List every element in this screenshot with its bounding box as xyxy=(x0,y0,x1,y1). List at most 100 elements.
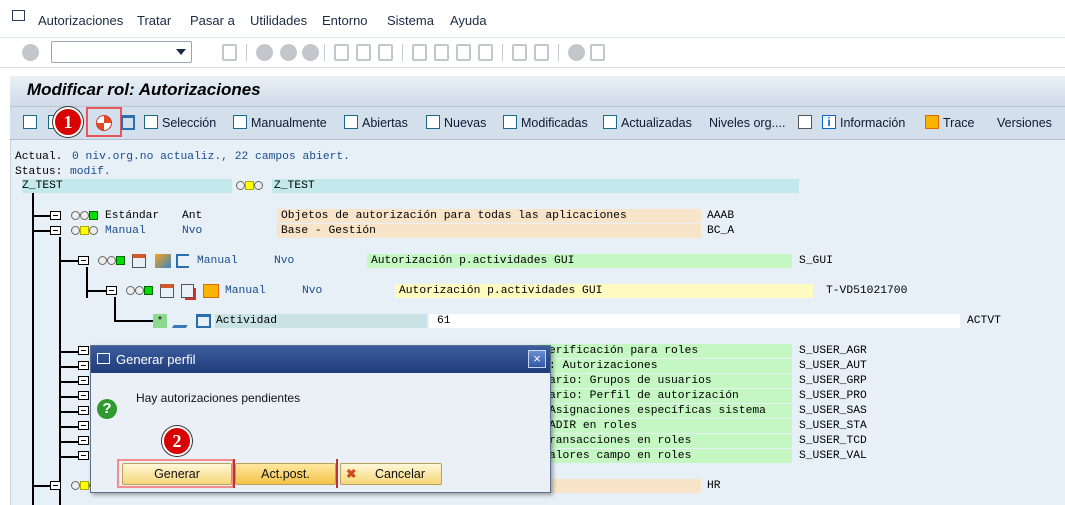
tree-line xyxy=(59,260,78,262)
copy-icon[interactable] xyxy=(181,284,194,298)
find-icon[interactable] xyxy=(356,44,371,61)
expand-icon[interactable] xyxy=(23,115,37,129)
separator xyxy=(502,44,503,61)
field-value-box[interactable] xyxy=(429,314,960,328)
sgui-state: Nvo xyxy=(274,255,295,267)
tree-line xyxy=(59,396,78,398)
menu-tratar[interactable]: Tratar xyxy=(137,13,171,28)
expand-node-icon[interactable] xyxy=(78,421,89,430)
save-icon[interactable] xyxy=(222,44,237,61)
previous-page-icon[interactable] xyxy=(434,44,449,61)
root-text: Z_TEST xyxy=(274,180,315,192)
updated-icon xyxy=(603,115,617,129)
back-icon[interactable] xyxy=(256,44,273,61)
menu-sistema[interactable]: Sistema xyxy=(387,13,434,28)
generar-button[interactable]: Generar xyxy=(122,463,232,485)
info-icon: i xyxy=(822,115,836,129)
abiertas-button[interactable]: Abiertas xyxy=(362,116,408,130)
collapse-node-icon[interactable] xyxy=(50,481,61,490)
manualmente-button[interactable]: Manualmente xyxy=(251,116,327,130)
exit-icon[interactable] xyxy=(280,44,297,61)
object-icon[interactable] xyxy=(160,284,174,298)
traffic-light-green-icon xyxy=(126,285,154,297)
new-session-icon[interactable] xyxy=(512,44,527,61)
dialog-message: Hay autorizaciones pendientes xyxy=(136,391,301,405)
menu-pasar-a[interactable]: Pasar a xyxy=(190,13,235,28)
tree-line xyxy=(114,320,154,322)
collapse-node-icon[interactable] xyxy=(106,286,117,295)
row-text: ransacciones en roles xyxy=(549,435,692,447)
sgui-label[interactable]: Manual xyxy=(197,254,238,268)
expand-node-icon[interactable] xyxy=(78,436,89,445)
help-icon[interactable] xyxy=(568,44,585,61)
generate-profile-icon[interactable] xyxy=(96,115,112,131)
expand-node-icon[interactable] xyxy=(78,451,89,460)
traffic-light-yellow-icon xyxy=(71,225,99,237)
estandar-label[interactable]: Estándar xyxy=(105,209,159,223)
expand-node-icon[interactable] xyxy=(78,406,89,415)
window-menu-icon[interactable] xyxy=(12,10,25,21)
object-icon[interactable] xyxy=(132,254,146,268)
nuevas-button[interactable]: Nuevas xyxy=(444,116,486,130)
scroll-icon[interactable] xyxy=(203,284,219,298)
root-name[interactable]: Z_TEST xyxy=(22,179,63,193)
collapse-node-icon[interactable] xyxy=(78,256,89,265)
cancelar-label: Cancelar xyxy=(374,467,426,481)
menu-autorizaciones[interactable]: Autorizaciones xyxy=(38,13,123,28)
manual-label[interactable]: Manual xyxy=(105,224,146,238)
hierarchy-icon[interactable] xyxy=(176,254,189,268)
find-next-icon[interactable] xyxy=(378,44,393,61)
menu-ayuda[interactable]: Ayuda xyxy=(450,13,487,28)
field-code: ACTVT xyxy=(967,315,1001,327)
last-page-icon[interactable] xyxy=(478,44,493,61)
expand-node-icon[interactable] xyxy=(78,376,89,385)
separator xyxy=(558,44,559,61)
print-icon[interactable] xyxy=(334,44,349,61)
asterisk-icon: * xyxy=(153,314,167,328)
list-icon[interactable] xyxy=(798,115,812,129)
menu-entorno[interactable]: Entorno xyxy=(322,13,368,28)
row-code: S_USER_AUT xyxy=(799,360,867,372)
expand-node-icon[interactable] xyxy=(50,211,61,220)
row-code: S_USER_AGR xyxy=(799,345,867,357)
tree-line xyxy=(32,485,50,487)
informacion-button[interactable]: Información xyxy=(840,116,905,130)
traffic-light-yellow-icon xyxy=(236,180,264,192)
versiones-button[interactable]: Versiones xyxy=(997,116,1052,130)
expand-node-icon[interactable] xyxy=(78,346,89,355)
cancel-icon[interactable] xyxy=(302,44,319,61)
trace-button[interactable]: Trace xyxy=(943,116,975,130)
status-label-1: Actual. xyxy=(15,151,63,163)
collapse-node-icon[interactable] xyxy=(50,226,61,235)
cancel-x-icon: ✖ xyxy=(346,467,357,481)
actualizadas-button[interactable]: Actualizadas xyxy=(621,116,692,130)
trash-icon[interactable] xyxy=(121,115,135,130)
seleccion-button[interactable]: Selección xyxy=(162,116,216,130)
next-page-icon[interactable] xyxy=(456,44,471,61)
window-icon xyxy=(97,353,110,364)
enter-icon[interactable] xyxy=(22,44,39,61)
org-level-icon[interactable] xyxy=(155,254,171,268)
field-value[interactable]: 61 xyxy=(437,314,451,328)
layout-icon[interactable] xyxy=(590,44,605,61)
act-post-button[interactable]: Act.post. xyxy=(235,463,336,485)
expand-node-icon[interactable] xyxy=(78,361,89,370)
trash-icon[interactable] xyxy=(196,314,211,328)
expand-node-icon[interactable] xyxy=(78,391,89,400)
close-icon[interactable]: × xyxy=(528,350,546,368)
menu-utilidades[interactable]: Utilidades xyxy=(250,13,307,28)
shortcut-icon[interactable] xyxy=(534,44,549,61)
traffic-light-green-icon xyxy=(98,255,126,267)
cancelar-button[interactable]: ✖ Cancelar xyxy=(340,463,442,485)
new-icon xyxy=(426,115,440,129)
tree-line xyxy=(59,381,78,383)
modificadas-button[interactable]: Modificadas xyxy=(521,116,588,130)
open-icon xyxy=(344,115,358,129)
tvd-label[interactable]: Manual xyxy=(225,284,266,298)
niveles-org-button[interactable]: Niveles org.... xyxy=(709,116,785,130)
chevron-down-icon[interactable] xyxy=(176,49,186,55)
tree-line xyxy=(59,411,78,413)
tree-line xyxy=(59,366,78,368)
first-page-icon[interactable] xyxy=(412,44,427,61)
command-field[interactable] xyxy=(51,41,192,63)
